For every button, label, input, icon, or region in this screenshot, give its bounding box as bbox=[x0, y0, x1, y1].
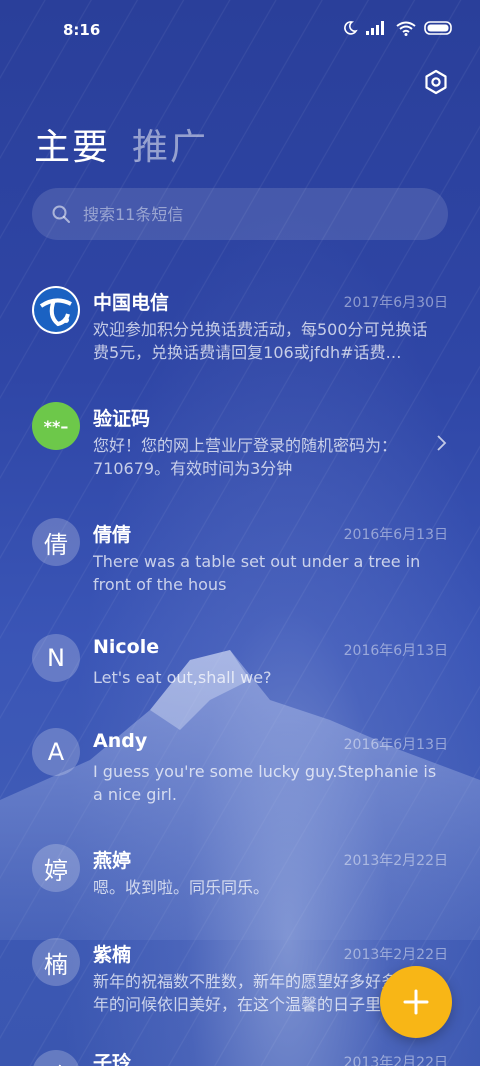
tab-primary[interactable]: 主要 bbox=[34, 118, 110, 170]
conversation-date: 2013年2月22日 bbox=[343, 853, 448, 869]
conversation-preview: Let's eat out,shall we? bbox=[93, 668, 272, 687]
avatar: 玲 bbox=[32, 1050, 80, 1066]
wifi-icon bbox=[396, 21, 416, 36]
conversation-name: 中国电信 bbox=[93, 292, 170, 314]
search-icon bbox=[52, 205, 70, 223]
tab-promotions[interactable]: 推广 bbox=[132, 118, 208, 170]
conversation-preview: I guess you're some lucky guy.Stephanie … bbox=[93, 762, 437, 804]
conversation-date: 2016年6月13日 bbox=[343, 643, 448, 659]
conversation-name: 子玲 bbox=[93, 1052, 132, 1066]
search-bar[interactable] bbox=[32, 188, 448, 240]
conversation-preview: 欢迎参加积分兑换话费活动，每500分可兑换话费5元，兑换话费请回复106或jfd… bbox=[93, 320, 428, 362]
tab-bar: 主要 推广 bbox=[34, 118, 208, 170]
conversation-row[interactable]: 中国电信 2017年6月30日 欢迎参加积分兑换话费活动，每500分可兑换话费5… bbox=[0, 278, 480, 388]
moon-icon bbox=[344, 21, 358, 35]
conversation-preview: 嗯。收到啦。同乐同乐。 bbox=[93, 878, 270, 897]
conversation-row[interactable]: 倩 倩倩 2016年6月13日 There was a table set ou… bbox=[0, 510, 480, 620]
status-icons bbox=[342, 20, 454, 36]
plus-icon bbox=[403, 989, 429, 1015]
chevron-right-icon[interactable] bbox=[436, 434, 448, 452]
conversation-name: 紫楠 bbox=[93, 944, 132, 966]
new-message-button[interactable] bbox=[380, 966, 452, 1038]
conversation-date: 2016年6月13日 bbox=[343, 737, 448, 753]
avatar: N bbox=[32, 634, 80, 682]
china-telecom-logo-avatar bbox=[32, 286, 80, 334]
conversation-row[interactable]: **– 验证码 您好！您的网上营业厅登录的随机密码为：710679。有效时间为3… bbox=[0, 394, 480, 504]
conversation-date: 2013年2月22日 bbox=[343, 1055, 448, 1066]
conversation-name: Nicole bbox=[93, 636, 160, 658]
avatar: 倩 bbox=[32, 518, 80, 566]
conversation-name: 燕婷 bbox=[93, 850, 132, 872]
battery-icon bbox=[424, 21, 452, 35]
china-telecom-logo-icon bbox=[34, 288, 78, 332]
conversation-row[interactable]: 玲 子玲 2013年2月22日 bbox=[0, 1046, 480, 1066]
conversation-name: 倩倩 bbox=[93, 524, 132, 546]
avatar: 婷 bbox=[32, 844, 80, 892]
conversation-date: 2013年2月22日 bbox=[343, 947, 448, 963]
status-time: 8:16 bbox=[63, 21, 101, 39]
conversation-preview: There was a table set out under a tree i… bbox=[93, 552, 421, 594]
conversation-date: 2016年6月13日 bbox=[343, 527, 448, 543]
signal-icon bbox=[366, 21, 384, 35]
settings-hexagon-icon[interactable] bbox=[422, 68, 450, 96]
avatar: A bbox=[32, 728, 80, 776]
conversation-name: Andy bbox=[93, 730, 148, 752]
search-input[interactable] bbox=[81, 203, 385, 225]
avatar: 楠 bbox=[32, 938, 80, 986]
conversation-date: 2017年6月30日 bbox=[343, 295, 448, 311]
conversation-name: 验证码 bbox=[93, 408, 151, 430]
status-bar: 8:16 bbox=[0, 0, 480, 62]
verification-code-avatar: **– bbox=[32, 402, 80, 450]
conversation-row[interactable]: A Andy 2016年6月13日 I guess you're some lu… bbox=[0, 720, 480, 830]
conversation-preview: 您好！您的网上营业厅登录的随机密码为：710679。有效时间为3分钟 bbox=[93, 436, 398, 478]
